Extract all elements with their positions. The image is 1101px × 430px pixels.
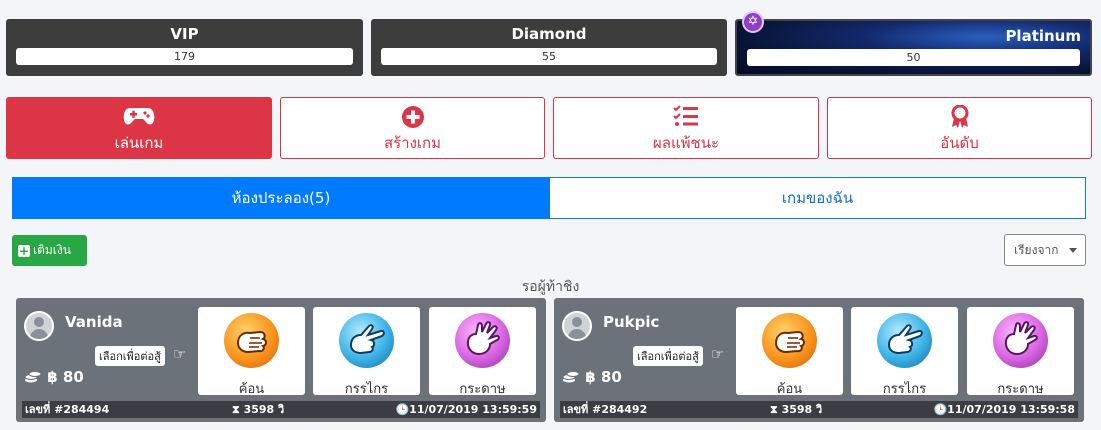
- pick-to-fight-label: เลือกเพื่อต่อสู้: [633, 346, 703, 366]
- tier-card-vip: VIP 179: [6, 19, 363, 76]
- game-card: Vanida เลือกเพื่อต่อสู้ ☞ ฿ 80 ค้อน กรรไ…: [16, 298, 546, 422]
- tier-value: 179: [16, 48, 353, 65]
- choice-label: กระดาษ: [997, 382, 1044, 397]
- topup-button[interactable]: + เติมเงิน: [12, 235, 87, 266]
- game-card: Pukpic เลือกเพื่อต่อสู้ ☞ ฿ 80 ค้อน กรรไ…: [554, 298, 1084, 422]
- player-name: Pukpic: [603, 313, 660, 331]
- tier-value: 50: [747, 49, 1080, 66]
- menu-create-button[interactable]: สร้างเกม: [280, 97, 545, 159]
- created-value: 11/07/2019 13:59:59: [409, 403, 537, 416]
- created-time: 🕒11/07/2019 13:59:59: [395, 401, 537, 418]
- choice-paper-button[interactable]: กระดาษ: [967, 307, 1074, 397]
- game-footer: เลขที่ #284492 ⧗ 3598 วิ 🕒11/07/2019 13:…: [560, 401, 1078, 418]
- game-id: เลขที่ #284492: [563, 403, 648, 416]
- hand-point-right-icon: ☞: [711, 345, 725, 363]
- time-left: ⧗ 3598 วิ: [232, 401, 284, 418]
- menu-create-label: สร้างเกม: [383, 134, 442, 152]
- clock-icon: 🕒: [395, 403, 410, 416]
- award-icon: [828, 105, 1091, 129]
- waiting-heading: รอผู้ท้าชิง: [521, 279, 580, 295]
- hourglass-icon: ⧗: [232, 403, 240, 416]
- tab-rooms[interactable]: ห้องประลอง(5): [12, 177, 550, 219]
- menu-play-label: เล่นเกม: [114, 134, 164, 152]
- avatar: [24, 311, 54, 341]
- tier-name: Diamond: [511, 25, 587, 43]
- coins-icon: [562, 371, 580, 383]
- bet-value: ฿ 80: [585, 368, 622, 386]
- bet-amount: ฿ 80: [562, 368, 622, 386]
- choice-rock-button[interactable]: ค้อน: [736, 307, 843, 397]
- topup-label: เติมเงิน: [33, 243, 71, 257]
- sort-label: เรียงจาก: [1014, 243, 1059, 257]
- rock-hand-icon: [762, 313, 817, 368]
- menu-results-label: ผลแพ้ชนะ: [652, 134, 720, 152]
- tab-my-games[interactable]: เกมของฉัน: [549, 177, 1086, 219]
- scissors-hand-icon: [339, 313, 394, 368]
- gamepad-icon: [7, 105, 271, 129]
- choice-label: กรรไกร: [344, 382, 389, 397]
- tier-value: 55: [381, 48, 717, 65]
- plus-circle-icon: [281, 105, 544, 129]
- hourglass-icon: ⧗: [770, 403, 778, 416]
- avatar: [562, 311, 592, 341]
- rock-hand-icon: [224, 313, 279, 368]
- menu-rank-button[interactable]: อันดับ: [827, 97, 1092, 159]
- scissors-hand-icon: [877, 313, 932, 368]
- coins-icon: [24, 371, 42, 383]
- bet-amount: ฿ 80: [24, 368, 84, 386]
- bet-value: ฿ 80: [47, 368, 84, 386]
- created-value: 11/07/2019 13:59:58: [947, 403, 1075, 416]
- choice-scissors-button[interactable]: กรรไกร: [851, 307, 958, 397]
- caret-down-icon: [1069, 248, 1077, 253]
- player-name: Vanida: [65, 313, 123, 331]
- game-footer: เลขที่ #284494 ⧗ 3598 วิ 🕒11/07/2019 13:…: [22, 401, 540, 418]
- choice-label: ค้อน: [776, 382, 803, 397]
- pick-to-fight-label: เลือกเพื่อต่อสู้: [95, 346, 165, 366]
- time-left-value: 3598 วิ: [781, 403, 823, 416]
- game-id: เลขที่ #284494: [25, 403, 110, 416]
- paper-hand-icon: [455, 313, 510, 368]
- paper-hand-icon: [993, 313, 1048, 368]
- tier-card-platinum: ✡ Platinum 50: [735, 11, 1092, 76]
- choice-label: ค้อน: [238, 382, 265, 397]
- tier-name: VIP: [170, 25, 199, 43]
- choice-label: กระดาษ: [459, 382, 506, 397]
- tier-card-diamond: Diamond 55: [371, 19, 727, 76]
- menu-results-button[interactable]: ผลแพ้ชนะ: [553, 97, 819, 159]
- clock-icon: 🕒: [933, 403, 948, 416]
- checklist-icon: [554, 105, 818, 129]
- time-left-value: 3598 วิ: [243, 403, 285, 416]
- tier-name: Platinum: [1005, 27, 1081, 45]
- sort-dropdown[interactable]: เรียงจาก: [1004, 234, 1086, 266]
- menu-rank-label: อันดับ: [940, 134, 979, 152]
- choice-label: กรรไกร: [882, 382, 927, 397]
- menu-play-button[interactable]: เล่นเกม: [6, 97, 272, 159]
- created-time: 🕒11/07/2019 13:59:58: [933, 401, 1075, 418]
- choice-scissors-button[interactable]: กรรไกร: [313, 307, 420, 397]
- choice-paper-button[interactable]: กระดาษ: [429, 307, 536, 397]
- choice-rock-button[interactable]: ค้อน: [198, 307, 305, 397]
- time-left: ⧗ 3598 วิ: [770, 401, 822, 418]
- hand-point-right-icon: ☞: [173, 345, 187, 363]
- plus-square-icon: +: [18, 244, 30, 258]
